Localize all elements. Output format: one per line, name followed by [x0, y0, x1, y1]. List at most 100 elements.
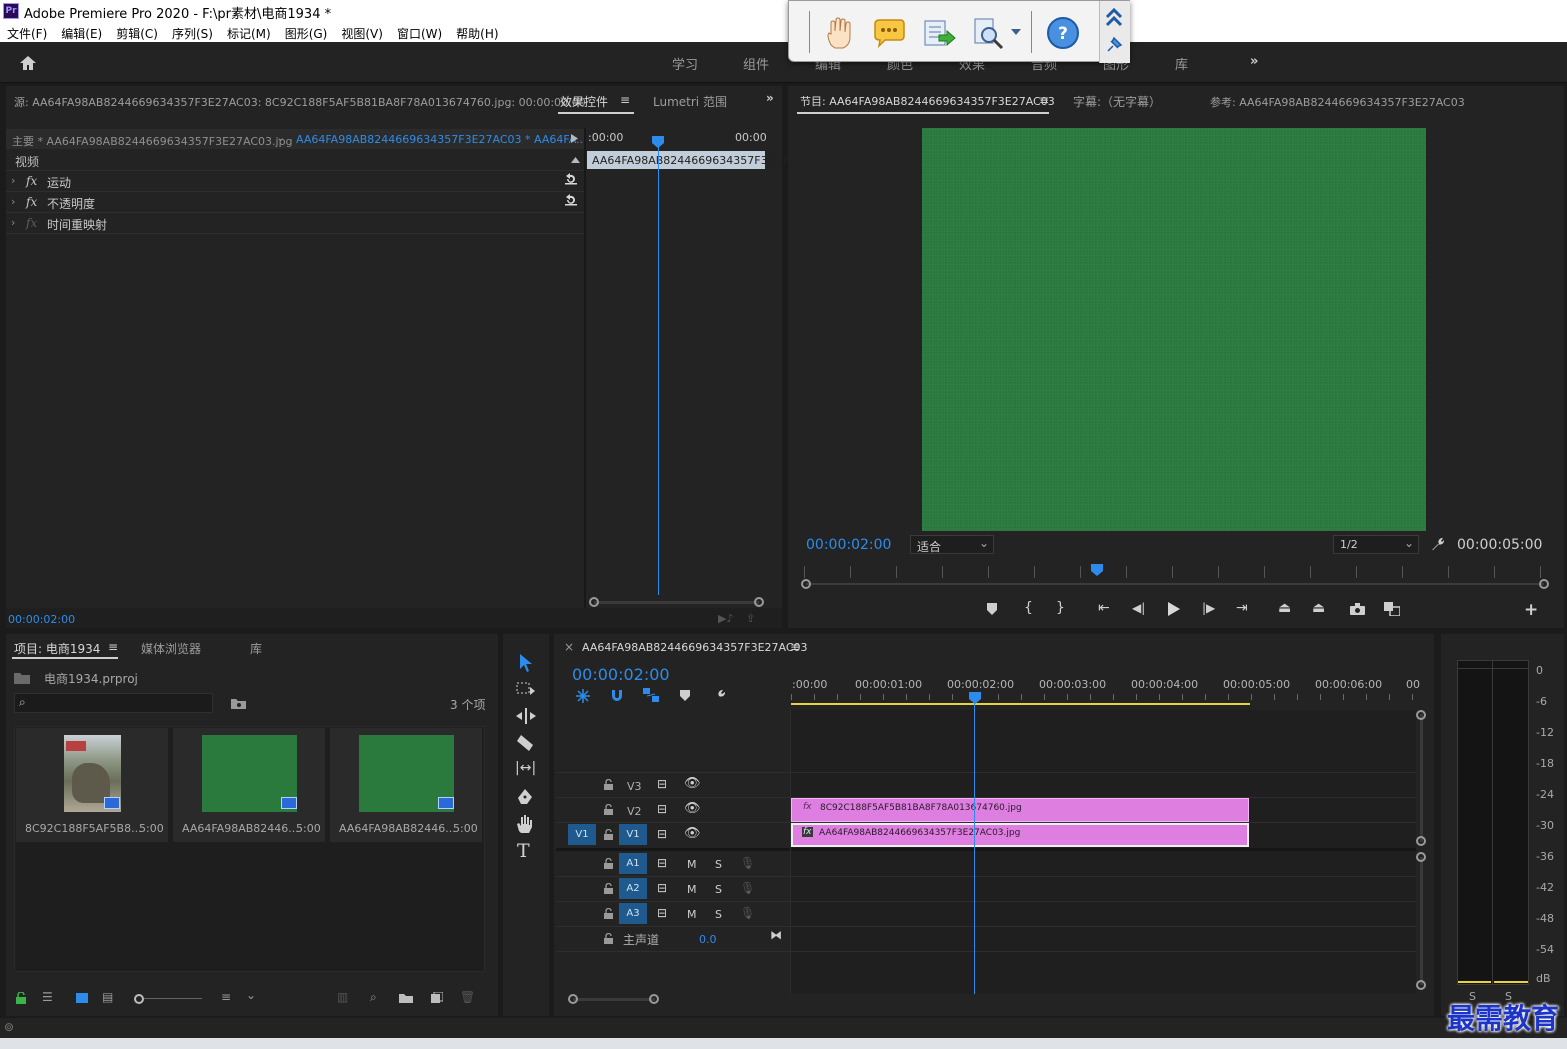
home-icon[interactable] [18, 54, 38, 72]
chevron-down-icon[interactable]: ⌄ [246, 988, 256, 1002]
tab-effect-controls[interactable]: 效果控件 [560, 93, 608, 110]
more-workspaces-icon[interactable]: » [1250, 54, 1258, 69]
mark-out-icon[interactable]: } [1056, 600, 1065, 616]
solo-button[interactable]: S [715, 858, 722, 871]
master-clip-label[interactable]: 主要 * AA64FA98AB8244669634357F3E27AC03.jp… [12, 133, 293, 149]
fx-badge[interactable]: fx [26, 216, 37, 230]
mute-button[interactable]: M [687, 858, 697, 871]
menu-help[interactable]: 帮助(H) [449, 22, 505, 42]
track-select-tool-icon[interactable] [516, 682, 536, 696]
workspace-learn[interactable]: 学习 [672, 54, 698, 73]
splitter[interactable] [584, 128, 586, 608]
menu-clip[interactable]: 剪辑(C) [109, 22, 165, 42]
track-label-v2[interactable]: V2 [627, 805, 642, 818]
eye-icon[interactable]: 👁 [684, 776, 701, 791]
menu-file[interactable]: 文件(F) [0, 22, 54, 42]
tab-lumetri-scopes[interactable]: Lumetri 范围 [653, 93, 727, 110]
menu-window[interactable]: 窗口(W) [390, 22, 449, 42]
collapse-up-icon[interactable] [1104, 6, 1124, 28]
go-to-in-icon[interactable]: ⇤ [1098, 600, 1110, 616]
solo-button[interactable]: S [715, 883, 722, 896]
more-panels-icon[interactable]: » [766, 91, 774, 105]
program-video-frame[interactable] [922, 128, 1426, 531]
search-input[interactable]: ⌕ [14, 693, 213, 713]
lift-icon[interactable]: ⏏ [1278, 600, 1291, 616]
camera-icon[interactable] [1350, 603, 1365, 615]
reset-icon[interactable] [564, 194, 578, 206]
mute-button[interactable]: M [687, 883, 697, 896]
fx-badge[interactable]: fx [803, 802, 812, 812]
menu-markers[interactable]: 标记(M) [220, 22, 278, 42]
lock-icon[interactable] [604, 908, 613, 919]
list-view-icon[interactable]: ☰ [42, 990, 53, 1004]
microphone-icon[interactable]: 🎙 [740, 906, 755, 920]
sequence-clip-label[interactable]: AA64FA98AB8244669634357F3E27AC03 * AA64F… [296, 133, 587, 146]
panel-menu-icon[interactable]: ≡ [620, 93, 630, 107]
clip-v2[interactable]: fx 8C92C188F5AF5B81BA8F78A013674760.jpg [791, 798, 1249, 822]
pin-icon[interactable] [1105, 36, 1123, 54]
panel-menu-icon[interactable]: ≡ [108, 640, 118, 654]
collapse-up-icon[interactable] [571, 157, 580, 163]
nest-sequence-icon[interactable] [576, 689, 590, 703]
play-triangle-icon[interactable] [571, 134, 578, 143]
program-timecode[interactable]: 00:00:02:00 [806, 537, 891, 553]
fit-dropdown[interactable]: 适合 ⌄ [910, 535, 994, 554]
source-patch-v1[interactable]: V1 [568, 824, 596, 845]
sync-status-icon[interactable]: ⊚ [4, 1020, 14, 1034]
zoom-search-icon[interactable] [971, 15, 1007, 51]
ripple-edit-tool-icon[interactable] [516, 708, 536, 724]
lock-icon[interactable] [604, 829, 613, 840]
scroll-handle[interactable] [568, 994, 578, 1004]
master-volume-value[interactable]: 0.0 [699, 933, 717, 946]
step-back-icon[interactable]: ◀| [1132, 601, 1145, 615]
eye-icon[interactable]: 👁 [684, 801, 701, 816]
tab-libraries[interactable]: 库 [250, 640, 262, 657]
program-ruler-ticks[interactable] [804, 566, 1546, 578]
playhead-line[interactable] [974, 702, 975, 994]
eye-icon[interactable]: 👁 [684, 826, 701, 841]
program-scroll-bar[interactable] [806, 583, 1544, 585]
pen-tool-icon[interactable] [517, 789, 533, 806]
tab-project[interactable]: 项目: 电商1934 [14, 640, 100, 657]
track-label-v3[interactable]: V3 [627, 780, 642, 793]
go-to-out-icon[interactable]: ⇥ [1236, 600, 1248, 616]
playhead-marker-icon[interactable] [969, 692, 981, 704]
scroll-handle[interactable] [1416, 836, 1426, 846]
workspace-libraries[interactable]: 库 [1175, 54, 1188, 73]
mark-in-icon[interactable]: { [1024, 600, 1033, 616]
export-clip-icon[interactable]: ⇪ [746, 612, 755, 625]
play-icon[interactable] [1168, 602, 1180, 616]
slip-tool-icon[interactable]: |↔| [515, 760, 536, 776]
tab-captions[interactable]: 字幕:（无字幕） [1073, 93, 1161, 110]
zoom-slider-handle[interactable] [134, 994, 144, 1004]
help-icon[interactable]: ? [1045, 15, 1081, 51]
zoom-handle-left[interactable] [589, 597, 599, 607]
icon-view-icon[interactable] [76, 993, 88, 1003]
fx-badge[interactable]: fx [802, 827, 813, 837]
hand-icon[interactable] [821, 15, 857, 51]
close-tab-icon[interactable]: × [564, 640, 574, 654]
scroll-handle[interactable] [1416, 980, 1426, 990]
scroll-handle[interactable] [649, 994, 659, 1004]
timeline-settings-wrench-icon[interactable] [711, 688, 726, 703]
workspace-assembly[interactable]: 组件 [743, 54, 769, 73]
expand-motion-icon[interactable]: › [11, 174, 15, 187]
track-target-a3[interactable]: A3 [619, 903, 647, 924]
vertical-scroll-audio[interactable] [1420, 857, 1423, 985]
hand-tool-icon[interactable] [516, 815, 533, 833]
sync-lock-icon[interactable]: ⊟ [657, 856, 667, 870]
mute-button[interactable]: M [687, 908, 697, 921]
lock-icon[interactable] [604, 779, 613, 790]
resolution-dropdown[interactable]: 1/2 ⌄ [1333, 535, 1419, 554]
tab-reference-monitor[interactable]: 参考: AA64FA98AB8244669634357F3E27AC03 [1210, 94, 1465, 110]
dropdown-arrow-icon[interactable] [1011, 29, 1021, 35]
microphone-icon[interactable]: 🎙 [740, 856, 755, 870]
menu-sequence[interactable]: 序列(S) [165, 22, 220, 42]
export-icon[interactable] [921, 15, 957, 51]
solo-button[interactable]: S [715, 908, 722, 921]
add-marker-icon[interactable] [986, 603, 998, 615]
effect-controls-timecode[interactable]: 00:00:02:00 [8, 613, 75, 626]
track-target-v1[interactable]: V1 [619, 824, 647, 845]
sync-lock-icon[interactable]: ⊟ [657, 802, 667, 816]
sort-icon[interactable]: ≡ [221, 990, 231, 1004]
